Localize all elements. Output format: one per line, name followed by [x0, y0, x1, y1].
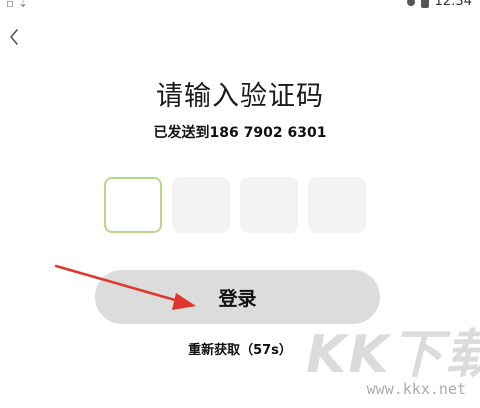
watermark: KK下载 www.kkx.net — [300, 312, 480, 404]
notification-icons: ▫ ⇣ — [6, 0, 29, 10]
battery-icon — [420, 0, 429, 8]
status-right: 12:34 — [406, 0, 472, 9]
chevron-left-icon — [10, 29, 18, 45]
phone-sent-info: 已发送到186 7902 6301 — [153, 125, 327, 141]
watermark-brand: KK下载 — [306, 325, 480, 385]
page-title: 请输入验证码 — [156, 81, 324, 112]
code-digit-box[interactable] — [308, 177, 366, 233]
verification-code-input[interactable] — [104, 177, 366, 233]
signal-icon — [406, 0, 415, 6]
status-bar: ▫ ⇣ 12:34 — [0, 0, 480, 14]
status-time: 12:34 — [434, 0, 472, 9]
code-digit-box[interactable] — [172, 177, 230, 233]
code-digit-box[interactable] — [104, 177, 162, 233]
back-button[interactable] — [4, 26, 24, 48]
code-digit-box[interactable] — [240, 177, 298, 233]
watermark-url: www.kkx.net — [366, 380, 466, 398]
